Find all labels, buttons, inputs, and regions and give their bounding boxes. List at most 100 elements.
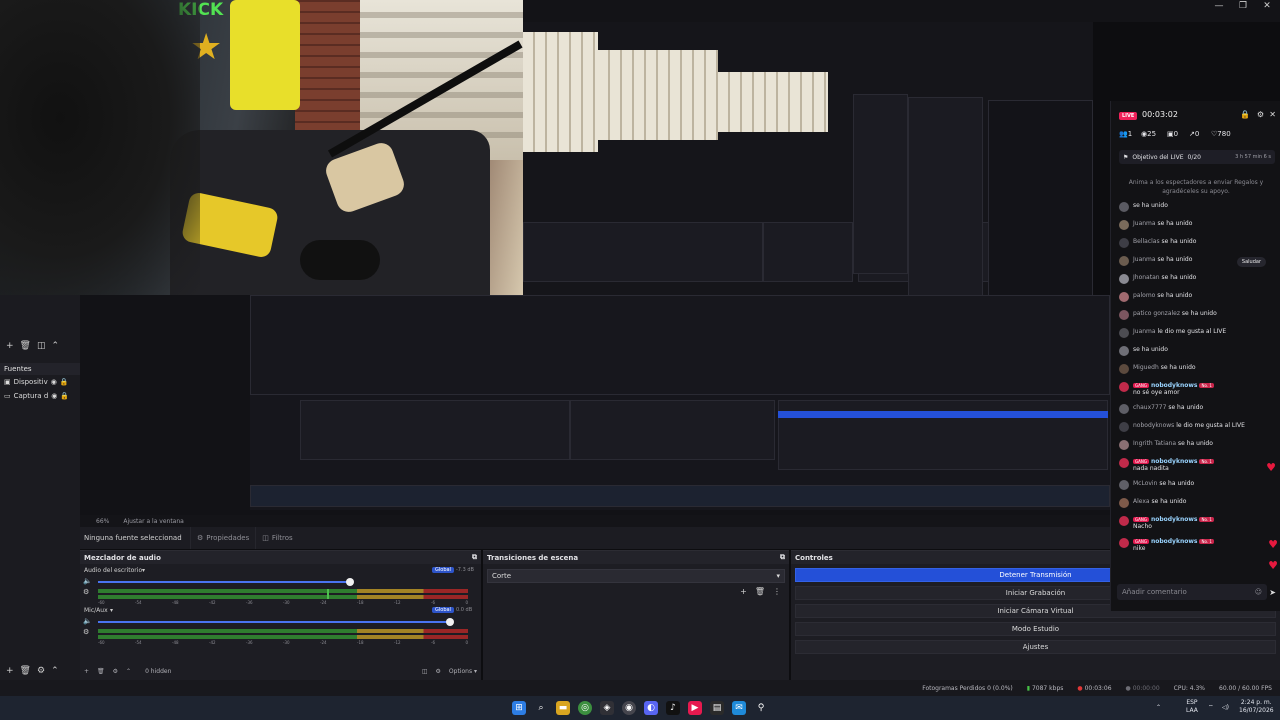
chevron-down-icon[interactable]: ▾ bbox=[142, 567, 145, 574]
chat-message[interactable]: palomo se ha unido bbox=[1119, 292, 1277, 302]
avatar[interactable] bbox=[1119, 202, 1129, 212]
chat-message[interactable]: chaux7777 se ha unido bbox=[1119, 404, 1277, 414]
folder-icon[interactable]: ▬ bbox=[556, 701, 570, 715]
scope-badge[interactable]: Global bbox=[432, 607, 454, 613]
eye-icon[interactable]: ◉ bbox=[51, 392, 57, 400]
avatar[interactable] bbox=[1119, 404, 1129, 414]
avatar[interactable] bbox=[1119, 256, 1129, 266]
avatar[interactable] bbox=[1119, 238, 1129, 248]
eye-icon[interactable]: ◉ bbox=[51, 378, 57, 386]
tiktok-live-icon[interactable]: ▶ bbox=[688, 701, 702, 715]
avatar[interactable] bbox=[1119, 516, 1129, 526]
volume-slider[interactable] bbox=[98, 581, 351, 583]
chat-message[interactable]: Jhonatan se ha unido bbox=[1119, 274, 1277, 284]
chat-message[interactable]: GANG nobodyknows No. 1 nada nadita bbox=[1119, 458, 1277, 472]
chat-username[interactable]: nobodyknows bbox=[1133, 422, 1174, 429]
close-button[interactable]: ✕ bbox=[1255, 0, 1279, 14]
volume-slider[interactable] bbox=[98, 621, 450, 623]
avatar[interactable] bbox=[1119, 498, 1129, 508]
chat-message[interactable]: Bellaclas se ha unido bbox=[1119, 238, 1277, 248]
avatar[interactable] bbox=[1119, 274, 1129, 284]
source-item[interactable]: ▭ Captura d ◉ 🔒 bbox=[0, 389, 80, 403]
clock[interactable]: 2:24 p. m. 16/07/2026 bbox=[1239, 699, 1274, 715]
chat-message[interactable]: Juanma se ha unido bbox=[1119, 220, 1277, 230]
preview-canvas[interactable] bbox=[80, 295, 1110, 515]
send-icon[interactable]: ➤ bbox=[1269, 588, 1276, 597]
zoom-fit[interactable]: Ajustar a la ventana bbox=[123, 518, 184, 525]
gear-icon[interactable]: ⚙ bbox=[83, 588, 89, 596]
chrome-icon[interactable]: ◎ bbox=[578, 701, 592, 715]
source-item[interactable]: ▣ Dispositiv ◉ 🔒 bbox=[0, 375, 80, 389]
undock-icon[interactable]: ⧉ bbox=[780, 553, 785, 562]
volume-knob[interactable] bbox=[346, 578, 355, 586]
chevron-up-icon[interactable]: ⌃ bbox=[126, 668, 131, 675]
chat-username[interactable]: nobodyknows bbox=[1151, 458, 1198, 465]
undock-icon[interactable]: ⧉ bbox=[472, 553, 477, 562]
start-icon[interactable]: ⊞ bbox=[512, 701, 526, 715]
gear-icon[interactable]: ⚙ bbox=[83, 628, 89, 636]
chat-username[interactable]: patico gonzalez bbox=[1133, 310, 1180, 317]
chat-username[interactable]: Juanma bbox=[1133, 328, 1156, 335]
avatar[interactable] bbox=[1119, 440, 1129, 450]
lock-icon[interactable]: 🔒 bbox=[60, 392, 69, 400]
avatar[interactable] bbox=[1119, 346, 1129, 356]
chat-username[interactable]: Ingrith Tatiana bbox=[1133, 440, 1176, 447]
control-button[interactable]: Modo Estudio bbox=[795, 622, 1276, 636]
chat-username[interactable]: nobodyknows bbox=[1151, 538, 1198, 545]
avatar[interactable] bbox=[1119, 310, 1129, 320]
avatar[interactable] bbox=[1119, 292, 1129, 302]
app-icon[interactable]: ◈ bbox=[600, 701, 614, 715]
close-icon[interactable]: ✕ bbox=[1269, 110, 1276, 119]
avatar[interactable] bbox=[1119, 364, 1129, 374]
trash-icon[interactable]: 🗑 bbox=[97, 668, 105, 675]
volume-knob[interactable] bbox=[446, 618, 454, 626]
tray-chevron-icon[interactable]: ⌃ bbox=[1156, 704, 1161, 712]
chat-username[interactable]: Jhonatan bbox=[1133, 274, 1160, 281]
chat-message[interactable]: GANG nobodyknows No. 1 no sé oye amor bbox=[1119, 382, 1277, 396]
trash-icon[interactable]: 🗑 bbox=[20, 341, 31, 351]
speaker-icon[interactable]: 🔈 bbox=[83, 577, 92, 585]
maximize-button[interactable]: ❐ bbox=[1231, 0, 1255, 14]
chat-message[interactable]: se ha unido bbox=[1119, 202, 1277, 212]
emoji-icon[interactable]: ☺ bbox=[1255, 588, 1262, 596]
gear-icon[interactable]: ⚙ bbox=[37, 666, 45, 676]
editor-icon[interactable]: ▤ bbox=[710, 701, 724, 715]
add-icon[interactable]: + bbox=[6, 341, 14, 351]
discord-icon[interactable]: ◐ bbox=[644, 701, 658, 715]
lock-icon[interactable]: 🔒 bbox=[60, 378, 69, 386]
avatar[interactable] bbox=[1119, 480, 1129, 490]
comment-input[interactable]: Añadir comentario ☺ bbox=[1117, 584, 1267, 600]
volume-icon[interactable]: ◁) bbox=[1222, 704, 1229, 712]
live-goal[interactable]: ⚑ Objetivo del LIVE 0/20 3 h 57 min 6 s bbox=[1119, 150, 1275, 164]
chat-message[interactable]: GANG nobodyknows No. 1 Nacho bbox=[1119, 516, 1277, 530]
filters-button[interactable]: ◫ Filtros bbox=[255, 527, 298, 549]
trash-icon[interactable]: 🗑 bbox=[755, 587, 765, 596]
chat-username[interactable]: palomo bbox=[1133, 292, 1155, 299]
control-button[interactable]: Ajustes bbox=[795, 640, 1276, 654]
zoom-level[interactable]: 66% bbox=[96, 518, 109, 525]
chevron-down-icon[interactable]: ▾ bbox=[110, 607, 113, 614]
options-button[interactable]: Options ▾ bbox=[449, 668, 477, 675]
chat-username[interactable]: Miguedh bbox=[1133, 364, 1159, 371]
chat-message[interactable]: patico gonzalez se ha unido bbox=[1119, 310, 1277, 320]
obs-icon[interactable]: ◉ bbox=[622, 701, 636, 715]
more-icon[interactable]: ⋮ bbox=[773, 587, 781, 596]
chat-message[interactable]: se ha unido bbox=[1119, 346, 1277, 356]
minimize-button[interactable]: — bbox=[1207, 0, 1231, 14]
transition-select[interactable]: Corte ▾ bbox=[487, 569, 785, 583]
chat-message[interactable]: McLovin se ha unido bbox=[1119, 480, 1277, 490]
chat-username[interactable]: chaux7777 bbox=[1133, 404, 1166, 411]
gear-icon[interactable]: ⚙ bbox=[113, 668, 118, 675]
avatar[interactable] bbox=[1119, 328, 1129, 338]
chat-username[interactable]: Bellaclas bbox=[1133, 238, 1160, 245]
search-icon[interactable]: ⌕ bbox=[534, 701, 548, 715]
chat-message[interactable]: Ingrith Tatiana se ha unido bbox=[1119, 440, 1277, 450]
greet-button[interactable]: Saludar bbox=[1236, 257, 1266, 267]
trash-icon[interactable]: 🗑 bbox=[20, 666, 31, 676]
chat-message[interactable]: nobodyknows le dio me gusta al LIVE bbox=[1119, 422, 1277, 432]
chevron-up-icon[interactable]: ⌃ bbox=[52, 341, 60, 351]
scope-badge[interactable]: Global bbox=[432, 567, 454, 573]
add-icon[interactable]: + bbox=[740, 587, 747, 596]
avatar[interactable] bbox=[1119, 538, 1129, 548]
avatar[interactable] bbox=[1119, 422, 1129, 432]
